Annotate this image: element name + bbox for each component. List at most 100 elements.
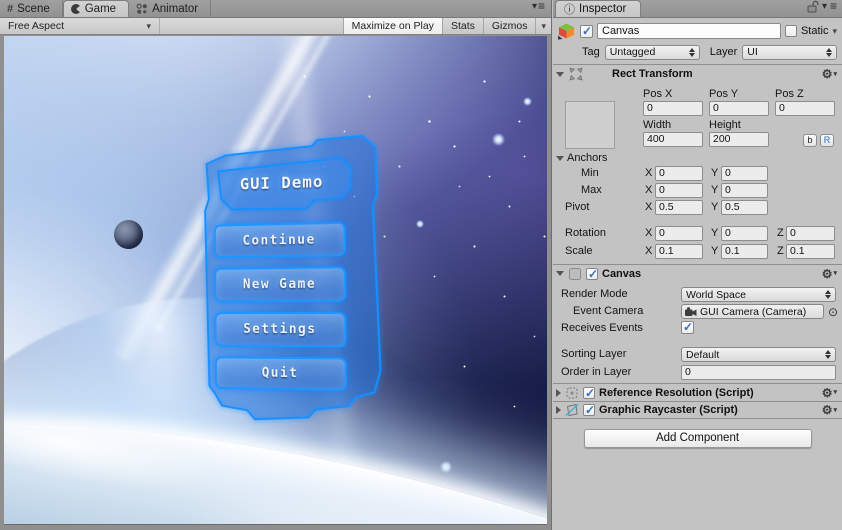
- bright-star: [416, 220, 424, 228]
- render-mode-dropdown[interactable]: World Space: [681, 287, 836, 302]
- game-frame: GUI Demo Continue New Game Settings Quit: [0, 36, 551, 530]
- graphic-raycaster-enabled-checkbox[interactable]: [583, 403, 595, 417]
- tab-inspector[interactable]: ⓘ Inspector: [555, 0, 642, 17]
- canvas-component-header[interactable]: Canvas ⚙▾: [553, 264, 842, 282]
- blueprint-mode-button[interactable]: b: [803, 134, 817, 147]
- anchor-max-x-field[interactable]: 0: [655, 183, 703, 198]
- rotation-z-field[interactable]: 0: [786, 226, 835, 241]
- reference-resolution-icon: [566, 387, 578, 398]
- gameobject-enabled-checkbox[interactable]: [580, 24, 593, 38]
- width-field[interactable]: 400: [643, 132, 703, 147]
- order-in-layer-field[interactable]: 0: [681, 365, 836, 380]
- order-in-layer-label: Order in Layer: [561, 366, 632, 378]
- foldout-icon[interactable]: [556, 388, 561, 397]
- tab-game[interactable]: Game: [62, 0, 130, 17]
- foldout-icon[interactable]: [556, 71, 564, 77]
- tag-dropdown[interactable]: Untagged: [604, 44, 700, 60]
- gear-icon[interactable]: ⚙ ▾: [822, 268, 837, 280]
- receives-events-checkbox[interactable]: [681, 320, 694, 334]
- scale-z-field[interactable]: 0.1: [786, 244, 835, 259]
- bright-star: [440, 461, 452, 473]
- pivot-x-field[interactable]: 0.5: [655, 200, 703, 215]
- render-mode-value: World Space: [686, 288, 746, 301]
- gear-icon[interactable]: ⚙ ▾: [822, 387, 837, 399]
- tab-scene[interactable]: # Scene: [0, 0, 63, 17]
- rotation-x-field[interactable]: 0: [655, 226, 703, 241]
- scale-x-field[interactable]: 0.1: [655, 244, 703, 259]
- canvas-component-body: Render Mode World Space Event Camera GUI…: [553, 282, 842, 383]
- reference-resolution-enabled-checkbox[interactable]: [583, 386, 595, 400]
- reference-resolution-title: Reference Resolution (Script): [599, 386, 754, 399]
- render-mode-label: Render Mode: [561, 288, 628, 300]
- maximize-on-play-button[interactable]: Maximize on Play: [342, 18, 442, 34]
- pos-x-label: Pos X: [643, 88, 673, 100]
- pos-x-field[interactable]: 0: [643, 101, 703, 116]
- gear-icon[interactable]: ⚙ ▾: [822, 68, 837, 80]
- updown-arrows-icon: [821, 350, 831, 359]
- height-field[interactable]: 200: [709, 132, 769, 147]
- caret-icon[interactable]: ▾: [822, 1, 827, 12]
- static-checkbox[interactable]: [784, 25, 797, 37]
- rotation-y-field[interactable]: 0: [721, 226, 768, 241]
- foldout-icon[interactable]: [556, 406, 561, 414]
- anchor-min-x-field[interactable]: 0: [655, 166, 703, 181]
- bright-star: [492, 133, 505, 146]
- aspect-dropdown[interactable]: Free Aspect ▾: [0, 18, 160, 34]
- star-field: [4, 36, 5, 37]
- new-game-button[interactable]: New Game: [214, 266, 347, 303]
- settings-button[interactable]: Settings: [214, 311, 347, 348]
- y-axis-label: Y: [711, 245, 719, 257]
- sorting-layer-dropdown[interactable]: Default: [681, 347, 836, 362]
- anchor-max-y-field[interactable]: 0: [721, 183, 768, 198]
- static-caret-icon[interactable]: ▾: [832, 26, 837, 37]
- moon: [114, 220, 143, 249]
- scale-label: Scale: [565, 245, 593, 257]
- bright-star: [523, 97, 532, 106]
- inspector-tabbar: ⓘ Inspector ▾ ≡: [553, 0, 842, 18]
- pos-y-field[interactable]: 0: [709, 101, 769, 116]
- foldout-icon[interactable]: [556, 271, 564, 276]
- rect-transform-header[interactable]: Rect Transform ⚙ ▾: [553, 65, 842, 83]
- anchors-label: Anchors: [567, 152, 608, 164]
- static-label: Static: [800, 25, 829, 37]
- layer-dropdown[interactable]: UI: [742, 44, 837, 60]
- layer-label: Layer: [709, 46, 738, 58]
- dock-options[interactable]: ▾ ≡: [532, 0, 551, 17]
- graphic-raycaster-header[interactable]: Graphic Raycaster (Script) ⚙▾: [553, 401, 842, 419]
- info-icon: ⓘ: [564, 4, 575, 16]
- tab-animator-label: Animator: [152, 2, 199, 15]
- reference-resolution-header[interactable]: Reference Resolution (Script) ⚙▾: [553, 383, 842, 401]
- anchors-foldout-icon[interactable]: [556, 156, 564, 161]
- tag-value: Untagged: [609, 46, 656, 58]
- x-axis-label: X: [645, 201, 653, 213]
- tab-animator[interactable]: Animator: [129, 0, 212, 17]
- gameobject-cube-icon[interactable]: [557, 22, 576, 40]
- gizmos-button[interactable]: Gizmos: [482, 18, 536, 34]
- pos-y-label: Pos Y: [709, 88, 739, 100]
- scale-y-field[interactable]: 0.1: [721, 244, 768, 259]
- updown-arrows-icon: [685, 47, 695, 57]
- caret-icon: ▾: [541, 20, 546, 31]
- stats-button[interactable]: Stats: [441, 18, 483, 34]
- lock-icon[interactable]: [807, 0, 819, 13]
- object-picker-icon[interactable]: ⊙: [828, 306, 838, 318]
- add-component-button[interactable]: Add Component: [583, 429, 812, 448]
- game-viewport: GUI Demo Continue New Game Settings Quit: [4, 36, 547, 525]
- quit-button[interactable]: Quit: [214, 356, 347, 391]
- gameobject-name-field[interactable]: Canvas: [597, 23, 781, 39]
- pos-z-label: Pos Z: [775, 88, 804, 100]
- gizmos-caret-button[interactable]: ▾: [535, 18, 551, 34]
- maximize-label: Maximize on Play: [351, 20, 434, 32]
- gear-icon[interactable]: ⚙ ▾: [822, 404, 837, 416]
- anchor-min-y-field[interactable]: 0: [721, 166, 768, 181]
- rect-transform-icon: [569, 67, 583, 81]
- gameobject-header: Canvas Static ▾ Tag Untagged Layer UI: [553, 18, 842, 65]
- continue-button[interactable]: Continue: [213, 221, 346, 259]
- pos-z-field[interactable]: 0: [775, 101, 835, 116]
- raw-mode-button[interactable]: R: [820, 134, 834, 147]
- canvas-enabled-checkbox[interactable]: [586, 267, 598, 281]
- event-camera-object-field[interactable]: GUI Camera (Camera): [681, 304, 824, 319]
- menu-icon[interactable]: ≡: [830, 0, 837, 13]
- pivot-y-field[interactable]: 0.5: [721, 200, 768, 215]
- rect-preview: [565, 101, 615, 149]
